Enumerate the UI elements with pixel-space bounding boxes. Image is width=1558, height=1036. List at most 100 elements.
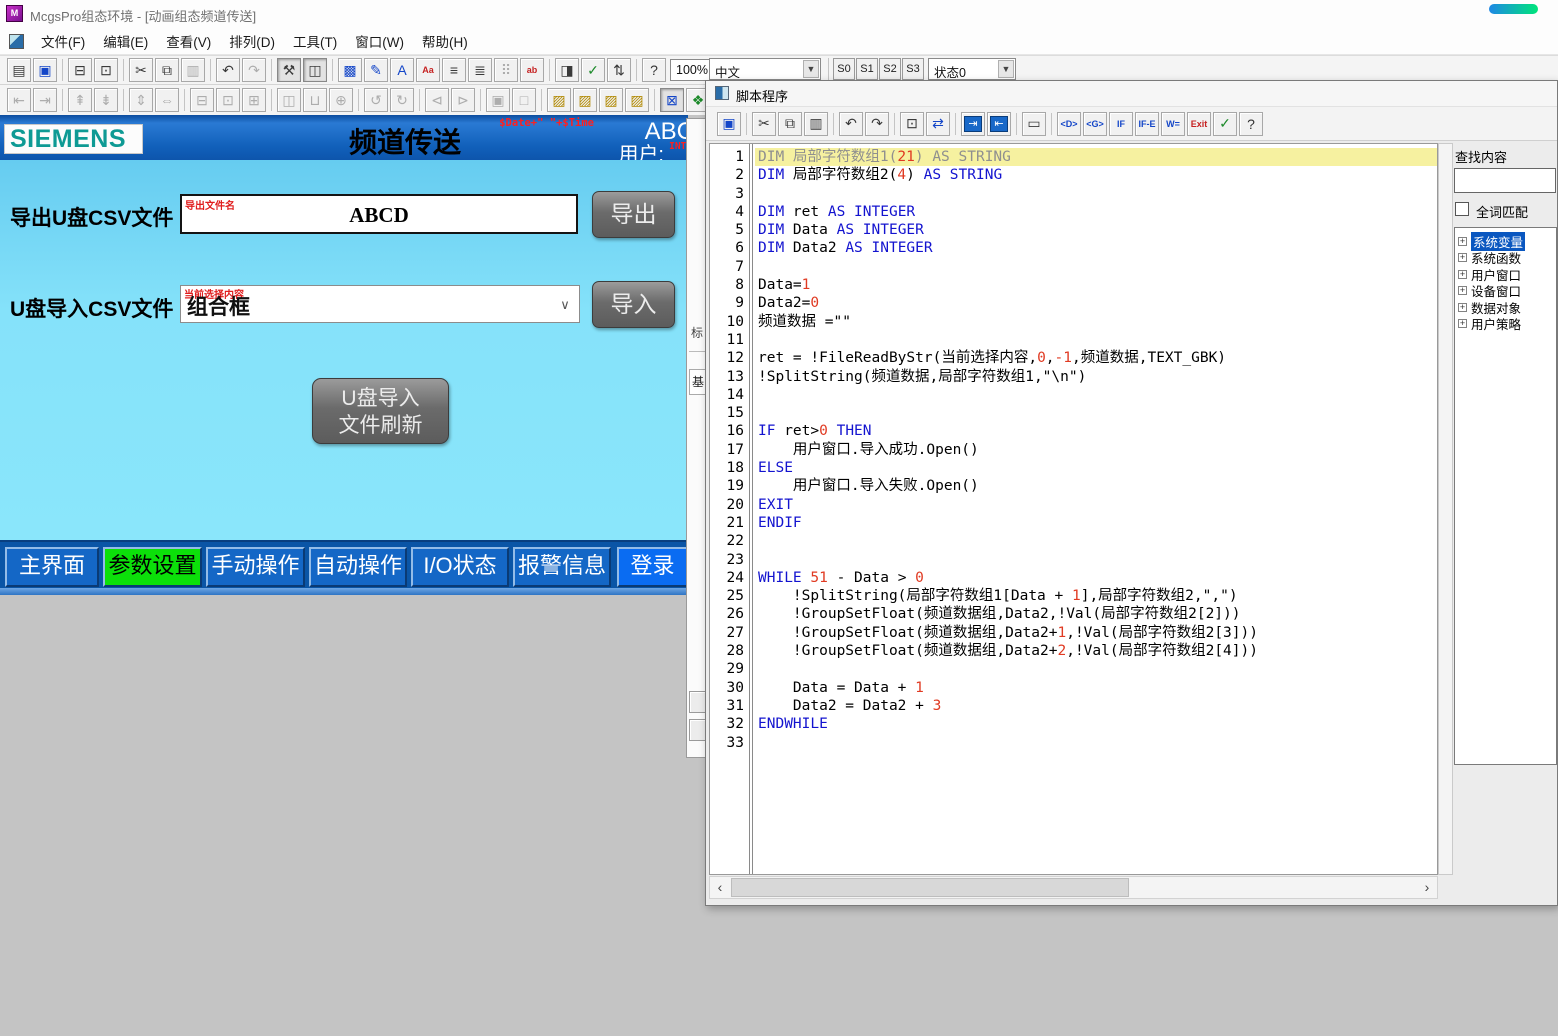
expand-plus-icon[interactable]: + bbox=[1458, 303, 1467, 312]
tree-item-6[interactable]: +用户策略 bbox=[1455, 316, 1556, 333]
print-button[interactable]: ⊟ bbox=[68, 58, 92, 82]
vertical-scrollbar[interactable] bbox=[1438, 143, 1453, 875]
nav-button-报警信息[interactable]: 报警信息 bbox=[513, 547, 611, 587]
line-number: 23 bbox=[710, 551, 744, 569]
redo-button[interactable]: ↷ bbox=[865, 112, 889, 136]
mdi-child-icon[interactable] bbox=[9, 34, 24, 49]
insert-while-button[interactable]: W= bbox=[1161, 112, 1185, 136]
insert-exit-button[interactable]: Exit bbox=[1187, 112, 1211, 136]
copy-button[interactable]: ⧉ bbox=[778, 112, 802, 136]
graph-edit-button[interactable]: ✎ bbox=[364, 58, 388, 82]
expand-plus-icon[interactable]: + bbox=[1458, 237, 1467, 246]
font-setting-button[interactable]: Aa bbox=[416, 58, 440, 82]
print-preview-button[interactable]: ⊡ bbox=[94, 58, 118, 82]
tree-item-3[interactable]: +用户窗口 bbox=[1455, 266, 1556, 283]
menu-item-1[interactable]: 文件(F) bbox=[32, 31, 94, 51]
nav-button-手动操作[interactable]: 手动操作 bbox=[206, 547, 305, 587]
state-button-s1[interactable]: S1 bbox=[856, 58, 878, 80]
script-window-titlebar[interactable]: 脚本程序 bbox=[706, 81, 1557, 106]
insert-data-object-button[interactable]: <D> bbox=[1057, 112, 1081, 136]
strip-button[interactable] bbox=[689, 691, 706, 713]
menu-item-3[interactable]: 查看(V) bbox=[157, 31, 220, 51]
expand-plus-icon[interactable]: + bbox=[1458, 270, 1467, 279]
find-input[interactable] bbox=[1454, 168, 1556, 193]
help-button[interactable]: ? bbox=[1239, 112, 1263, 136]
insert-if-button[interactable]: IF bbox=[1109, 112, 1133, 136]
nav-button-主界面[interactable]: 主界面 bbox=[5, 547, 99, 587]
menu-item-7[interactable]: 帮助(H) bbox=[413, 31, 477, 51]
menu-item-5[interactable]: 工具(T) bbox=[284, 31, 346, 51]
toolbox-strip-tab[interactable]: 基 bbox=[689, 369, 706, 395]
import-script-button[interactable]: ⇤ bbox=[987, 112, 1011, 136]
properties-button[interactable]: ◨ bbox=[555, 58, 579, 82]
syntax-preview-button[interactable]: ⊡ bbox=[900, 112, 924, 136]
menu-item-2[interactable]: 编辑(E) bbox=[94, 31, 157, 51]
undo-button[interactable]: ↶ bbox=[216, 58, 240, 82]
language-select[interactable]: 中文 ▼ bbox=[709, 58, 821, 80]
sort-order-button[interactable]: ⇅ bbox=[607, 58, 631, 82]
lock-object-button[interactable]: ⊠ bbox=[660, 88, 684, 112]
undo-button[interactable]: ↶ bbox=[839, 112, 863, 136]
insert-function-button[interactable]: <G> bbox=[1083, 112, 1107, 136]
scroll-left-arrow[interactable]: ‹ bbox=[710, 877, 730, 898]
expand-plus-icon[interactable]: + bbox=[1458, 286, 1467, 295]
paste-button[interactable]: ▥ bbox=[804, 112, 828, 136]
horizontal-scrollbar[interactable]: ‹ › bbox=[709, 876, 1438, 899]
scrollbar-thumb[interactable] bbox=[731, 878, 1129, 897]
script-check-button[interactable]: ✓ bbox=[1213, 112, 1237, 136]
state-button-s3[interactable]: S3 bbox=[902, 58, 924, 80]
export-button[interactable]: 导出 bbox=[592, 191, 675, 238]
nav-button-参数设置[interactable]: 参数设置 bbox=[103, 547, 202, 587]
import-file-combobox[interactable]: 当前选择内容 组合框 ∨ bbox=[180, 285, 580, 323]
format-code-button[interactable]: ⇄ bbox=[926, 112, 950, 136]
bring-forward-button[interactable]: ▨ bbox=[599, 88, 623, 112]
export-filename-input[interactable]: 导出文件名 ABCD bbox=[180, 194, 578, 234]
code-editor[interactable]: 1234567891011121314151617181920212223242… bbox=[709, 143, 1438, 875]
spell-abc-button[interactable]: ab bbox=[520, 58, 544, 82]
align-text-lines-button[interactable]: ≡ bbox=[442, 58, 466, 82]
nav-button-自动操作[interactable]: 自动操作 bbox=[309, 547, 407, 587]
cut-button[interactable]: ✂ bbox=[752, 112, 776, 136]
new-screen-button[interactable]: ▤ bbox=[7, 58, 31, 82]
status-select[interactable]: 状态0 ▼ bbox=[928, 58, 1016, 80]
window-frame-button[interactable]: ◫ bbox=[303, 58, 327, 82]
strip-button[interactable] bbox=[689, 719, 706, 741]
bring-to-front-button[interactable]: ▨ bbox=[547, 88, 571, 112]
tree-item-2[interactable]: +系统函数 bbox=[1455, 250, 1556, 267]
insert-if-else-button[interactable]: IF-E bbox=[1135, 112, 1159, 136]
toolbox-button[interactable]: ⚒ bbox=[277, 58, 301, 82]
whole-word-label: 全词匹配 bbox=[1476, 202, 1528, 221]
code-token: Data2 = Data2 + bbox=[758, 698, 933, 714]
whole-word-checkbox[interactable] bbox=[1455, 202, 1469, 216]
chevron-down-icon[interactable]: ∨ bbox=[554, 293, 576, 317]
menu-item-6[interactable]: 窗口(W) bbox=[346, 31, 413, 51]
syntax-check-button[interactable]: ✓ bbox=[581, 58, 605, 82]
save-button[interactable]: ▣ bbox=[33, 58, 57, 82]
text-label-button[interactable]: A bbox=[390, 58, 414, 82]
expand-plus-icon[interactable]: + bbox=[1458, 319, 1467, 328]
tree-item-5[interactable]: +数据对象 bbox=[1455, 299, 1556, 316]
grid-dots-button[interactable]: ⠿ bbox=[494, 58, 518, 82]
comment-toggle-button[interactable]: ▭ bbox=[1022, 112, 1046, 136]
import-button[interactable]: 导入 bbox=[592, 281, 675, 328]
nav-button-登录[interactable]: 登录 bbox=[617, 547, 688, 587]
tree-item-4[interactable]: +设备窗口 bbox=[1455, 283, 1556, 300]
copy-button[interactable]: ⧉ bbox=[155, 58, 179, 82]
export-script-button[interactable]: ⇥ bbox=[961, 112, 985, 136]
send-to-back-button[interactable]: ▨ bbox=[573, 88, 597, 112]
line-spacing-button[interactable]: ≣ bbox=[468, 58, 492, 82]
help-button[interactable]: ? bbox=[642, 58, 666, 82]
animation-config-button[interactable]: ▩ bbox=[338, 58, 362, 82]
cut-icon: ✂ bbox=[135, 62, 147, 79]
scroll-right-arrow[interactable]: › bbox=[1417, 877, 1437, 898]
expand-plus-icon[interactable]: + bbox=[1458, 253, 1467, 262]
save-script-button[interactable]: ▣ bbox=[717, 112, 741, 136]
state-button-s2[interactable]: S2 bbox=[879, 58, 901, 80]
tree-item-1[interactable]: +系统变量 bbox=[1455, 233, 1556, 250]
send-backward-button[interactable]: ▨ bbox=[625, 88, 649, 112]
menu-item-4[interactable]: 排列(D) bbox=[220, 31, 284, 51]
cut-button[interactable]: ✂ bbox=[129, 58, 153, 82]
nav-button-I/O状态[interactable]: I/O状态 bbox=[411, 547, 509, 587]
state-button-s0[interactable]: S0 bbox=[833, 58, 855, 80]
usb-refresh-button[interactable]: U盘导入 文件刷新 bbox=[312, 378, 449, 444]
